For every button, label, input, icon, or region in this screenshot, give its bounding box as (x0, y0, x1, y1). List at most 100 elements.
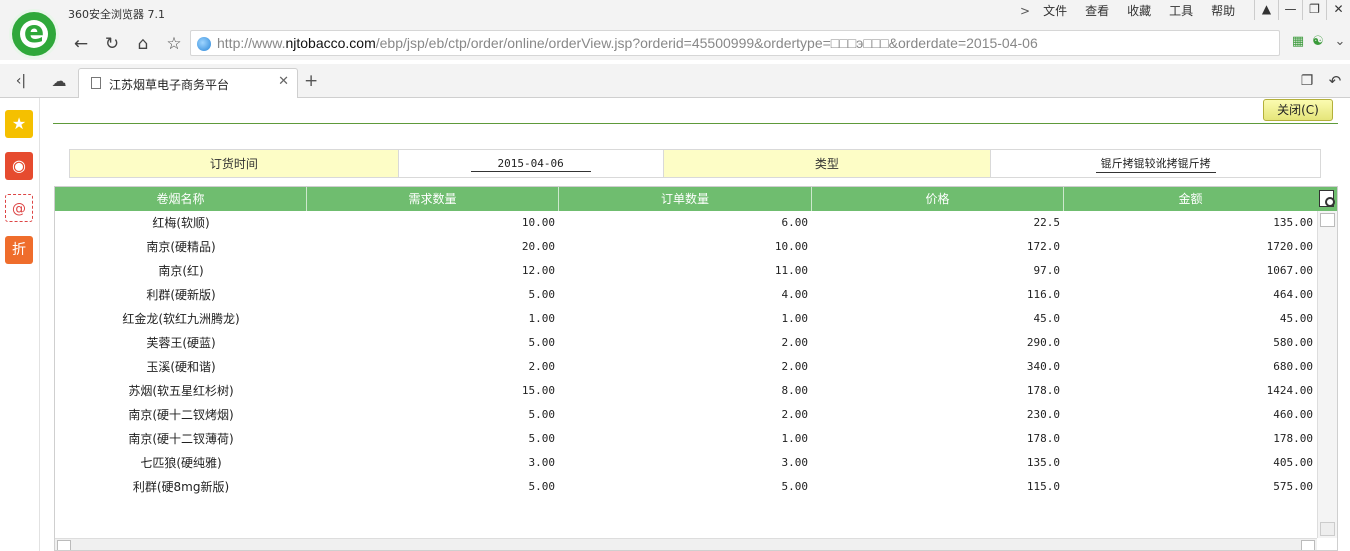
cell-price: 340.0 (1026, 360, 1060, 373)
menu-view[interactable]: 查看 (1076, 3, 1118, 21)
new-tab-button[interactable]: + (304, 72, 318, 90)
cell-name: 芙蓉王(硬蓝) (146, 336, 216, 350)
pin-icon[interactable]: ▲ (1254, 0, 1278, 20)
cell-name: 利群(硬8mg新版) (132, 480, 230, 494)
cell-amount: 464.00 (1273, 288, 1313, 301)
cell-name: 南京(硬十二钗烤烟) (128, 408, 234, 422)
cell-name: 南京(红) (158, 264, 204, 278)
cell-name: 利群(硬新版) (146, 288, 216, 302)
cell-price: 115.0 (1026, 480, 1060, 493)
cell-price: 178.0 (1026, 432, 1060, 445)
cell-amount: 580.00 (1273, 336, 1313, 349)
cell-amount: 178.00 (1273, 432, 1313, 445)
address-text[interactable]: http://www.njtobacco.com/ebp/jsp/eb/ctp/… (217, 35, 1038, 51)
address-row: ← ↻ ⌂ ☆ http://www.njtobacco.com/ebp/jsp… (0, 28, 1350, 60)
table-row[interactable]: 芙蓉王(硬蓝) 5.00 2.00 290.0 580.00 (55, 331, 1317, 355)
cell-amount: 135.00 (1273, 216, 1313, 229)
qr-code-icon[interactable]: ▦ (1290, 34, 1306, 50)
scroll-left-arrow[interactable] (57, 540, 71, 550)
window-controls: ▲ — ❐ ✕ (1254, 0, 1350, 20)
speed-mode-icon[interactable]: ☯ (1310, 34, 1326, 50)
chevron-down-icon[interactable]: ⌄ (1332, 34, 1348, 50)
cell-name: 苏烟(软五星红杉树) (128, 384, 234, 398)
cell-ordered: 2.00 (781, 408, 809, 421)
column-header-amount[interactable]: 金额 (1064, 187, 1317, 211)
menu-file[interactable]: 文件 (1034, 3, 1076, 21)
cell-price: 22.5 (1033, 216, 1061, 229)
menu-tools[interactable]: 工具 (1160, 3, 1202, 21)
cell-amount: 575.00 (1273, 480, 1313, 493)
table-row[interactable]: 南京(硬精品) 20.00 10.00 172.0 1720.00 (55, 235, 1317, 259)
column-header-price[interactable]: 价格 (812, 187, 1064, 211)
tab-list-icon[interactable]: ❐ (1294, 68, 1320, 94)
order-type-label: 类型 (662, 149, 992, 178)
menu-help[interactable]: 帮助 (1202, 3, 1244, 21)
cell-price: 45.0 (1033, 312, 1061, 325)
cell-name: 红梅(软顺) (152, 216, 210, 230)
cell-demand: 5.00 (528, 432, 556, 445)
close-icon[interactable]: ✕ (1326, 0, 1350, 20)
url-prefix: http://www. (217, 35, 286, 51)
cell-amount: 405.00 (1273, 456, 1313, 469)
cell-name: 玉溪(硬和谐) (146, 360, 216, 374)
grid-body: 红梅(软顺) 10.00 6.00 22.5 135.00 南京(硬精品) 20.00 10.… (55, 211, 1317, 538)
table-row[interactable]: 七匹狼(硬纯雅) 3.00 3.00 135.0 405.00 (55, 451, 1317, 475)
table-row[interactable]: 红金龙(软红九洲腾龙) 1.00 1.00 45.0 45.00 (55, 307, 1317, 331)
scroll-right-arrow[interactable] (1301, 540, 1315, 550)
grid-corner (1317, 187, 1337, 211)
table-row[interactable]: 利群(硬新版) 5.00 4.00 116.0 464.00 (55, 283, 1317, 307)
cell-price: 172.0 (1026, 240, 1060, 253)
cell-ordered: 8.00 (781, 384, 809, 397)
browser-logo[interactable]: e (9, 9, 59, 59)
table-row[interactable]: 红梅(软顺) 10.00 6.00 22.5 135.00 (55, 211, 1317, 235)
table-row[interactable]: 南京(硬十二钗烤烟) 5.00 2.00 230.0 460.00 (55, 403, 1317, 427)
refresh-icon[interactable]: ↻ (99, 31, 125, 57)
sidebar-toggle-icon[interactable]: ‹| (8, 68, 34, 94)
column-header-demand[interactable]: 需求数量 (307, 187, 559, 211)
cell-ordered: 2.00 (781, 336, 809, 349)
table-row[interactable]: 玉溪(硬和谐) 2.00 2.00 340.0 680.00 (55, 355, 1317, 379)
star-icon[interactable]: ★ (5, 110, 33, 138)
cell-demand: 3.00 (528, 456, 556, 469)
menu-favorites[interactable]: 收藏 (1118, 3, 1160, 21)
horizontal-scrollbar[interactable] (55, 538, 1317, 550)
cell-ordered: 11.00 (774, 264, 808, 277)
undo-close-icon[interactable]: ↶ (1322, 68, 1348, 94)
home-icon[interactable]: ⌂ (130, 31, 156, 57)
cell-ordered: 10.00 (774, 240, 808, 253)
print-preview-icon[interactable] (1319, 190, 1335, 207)
title-bar: 360安全浏览器 7.1 > 文件 查看 收藏 工具 帮助 ▲ — ❐ ✕ (0, 0, 1350, 30)
cell-ordered: 6.00 (781, 216, 809, 229)
weibo-icon[interactable]: ◉ (5, 152, 33, 180)
chevron-right-icon[interactable]: > (1020, 3, 1034, 21)
table-row[interactable]: 南京(硬十二钗薄荷) 5.00 1.00 178.0 178.00 (55, 427, 1317, 451)
cell-demand: 5.00 (528, 288, 556, 301)
address-bar[interactable]: http://www.njtobacco.com/ebp/jsp/eb/ctp/… (190, 30, 1280, 56)
vertical-scrollbar[interactable] (1317, 211, 1337, 538)
table-row[interactable]: 苏烟(软五星红杉树) 15.00 8.00 178.0 1424.00 (55, 379, 1317, 403)
order-type-value: 锟斤拷锟较讹拷锟斤拷 (1095, 155, 1216, 173)
back-icon[interactable]: ← (68, 31, 94, 57)
column-header-name[interactable]: 卷烟名称 (55, 187, 307, 211)
scroll-down-arrow[interactable] (1320, 522, 1335, 536)
minimize-icon[interactable]: — (1278, 0, 1302, 20)
page-content: 关闭(C) 订货时间 2015-04-06 类型 锟斤拷锟较讹拷锟斤拷 卷烟名称… (41, 98, 1350, 551)
favorite-star-icon[interactable]: ☆ (161, 31, 187, 57)
column-header-ordered[interactable]: 订单数量 (559, 187, 812, 211)
order-type-cell: 锟斤拷锟较讹拷锟斤拷 (990, 149, 1321, 178)
discount-icon[interactable]: 折 (5, 236, 33, 264)
url-path: /ebp/jsp/eb/ctp/order/online/orderView.j… (375, 35, 1038, 51)
cell-price: 97.0 (1033, 264, 1061, 277)
cloud-icon[interactable]: ☁ (46, 68, 72, 94)
cell-demand: 15.00 (521, 384, 555, 397)
table-row[interactable]: 南京(红) 12.00 11.00 97.0 1067.00 (55, 259, 1317, 283)
tab-close-icon[interactable]: ✕ (278, 74, 289, 89)
mail-icon[interactable]: @ (5, 194, 33, 222)
scroll-thumb[interactable] (1320, 213, 1335, 227)
close-button[interactable]: 关闭(C) (1263, 99, 1333, 121)
cell-demand: 2.00 (528, 360, 556, 373)
cell-amount: 45.00 (1279, 312, 1313, 325)
restore-icon[interactable]: ❐ (1302, 0, 1326, 20)
tab-active[interactable]: 江苏烟草电子商务平台 ✕ (78, 68, 298, 98)
table-row[interactable]: 利群(硬8mg新版) 5.00 5.00 115.0 575.00 (55, 475, 1317, 499)
